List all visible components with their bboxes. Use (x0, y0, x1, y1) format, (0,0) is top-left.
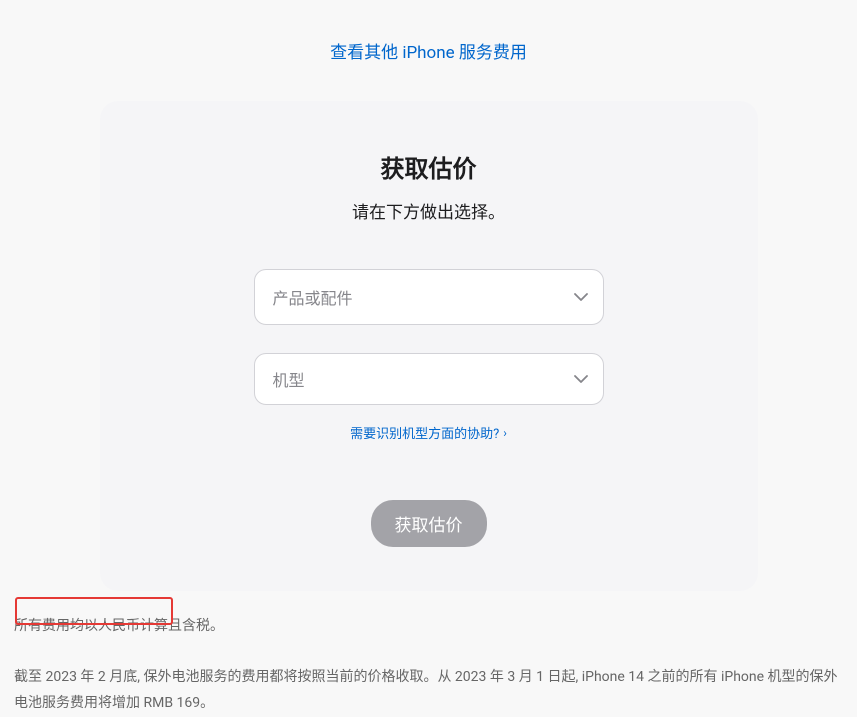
product-select-wrapper: 产品或配件 (254, 269, 604, 325)
model-select[interactable]: 机型 (254, 353, 604, 405)
get-estimate-button[interactable]: 获取估价 (371, 500, 487, 547)
card-subtitle: 请在下方做出选择。 (140, 198, 718, 223)
other-services-link[interactable]: 查看其他 iPhone 服务费用 (330, 43, 527, 63)
top-link-container: 查看其他 iPhone 服务费用 (0, 0, 857, 83)
model-select-placeholder: 机型 (273, 367, 305, 391)
submit-row: 获取估价 (140, 500, 718, 547)
card-title: 获取估价 (140, 149, 718, 184)
estimate-card: 获取估价 请在下方做出选择。 产品或配件 机型 需要识别机型方面的协助? › 获… (100, 101, 758, 591)
footer-text: 所有费用均以人民币计算且含税。 截至 2023 年 2 月底, 保外电池服务的费… (0, 591, 857, 717)
product-select[interactable]: 产品或配件 (254, 269, 604, 325)
footer-tax-note: 所有费用均以人民币计算且含税。 (14, 613, 843, 640)
help-link-text: 需要识别机型方面的协助? (350, 423, 499, 442)
model-select-wrapper: 机型 (254, 353, 604, 405)
product-select-placeholder: 产品或配件 (273, 285, 353, 309)
footer-price-change-note: 截至 2023 年 2 月底, 保外电池服务的费用都将按照当前的价格收取。从 2… (14, 664, 843, 717)
chevron-right-icon: › (503, 426, 507, 440)
identify-model-help-link[interactable]: 需要识别机型方面的协助? › (350, 423, 507, 442)
